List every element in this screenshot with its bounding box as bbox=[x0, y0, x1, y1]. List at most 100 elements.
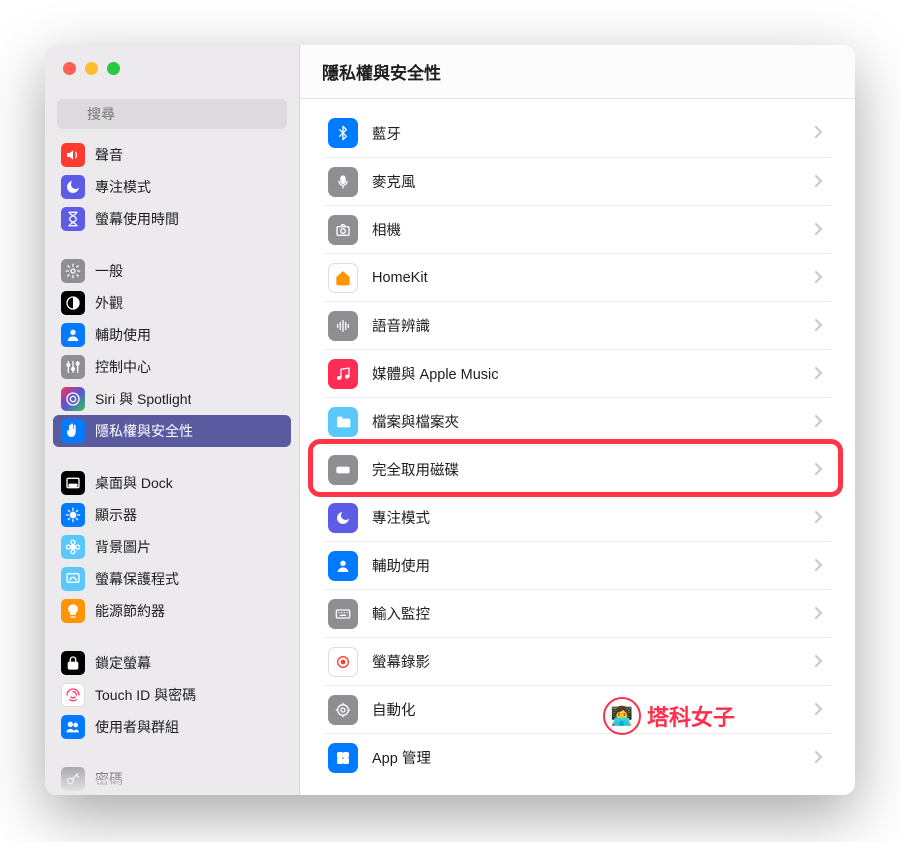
sun-icon bbox=[61, 503, 85, 527]
privacy-row-folder[interactable]: 檔案與檔案夾 bbox=[324, 397, 831, 445]
privacy-row-disk[interactable]: 完全取用磁碟 bbox=[324, 445, 831, 493]
key-icon bbox=[61, 767, 85, 791]
chevron-right-icon bbox=[815, 654, 823, 670]
mic-icon bbox=[328, 167, 358, 197]
privacy-row-moon[interactable]: 專注模式 bbox=[324, 493, 831, 541]
bluetooth-icon bbox=[328, 118, 358, 148]
sidebar-item-siri[interactable]: Siri 與 Spotlight bbox=[53, 383, 291, 415]
zoom-button[interactable] bbox=[107, 62, 120, 75]
chevron-right-icon bbox=[815, 174, 823, 190]
sidebar-item-key[interactable]: 密碼 bbox=[53, 763, 291, 795]
sidebar-item-label: 使用者與群組 bbox=[95, 717, 179, 737]
privacy-row-home[interactable]: HomeKit bbox=[324, 253, 831, 301]
siri-icon bbox=[61, 387, 85, 411]
privacy-row-camera[interactable]: 相機 bbox=[324, 205, 831, 253]
privacy-row-bluetooth[interactable]: 藍牙 bbox=[324, 109, 831, 157]
privacy-row-wave[interactable]: 語音辨識 bbox=[324, 301, 831, 349]
bulb-icon bbox=[61, 599, 85, 623]
close-button[interactable] bbox=[63, 62, 76, 75]
sidebar-item-hourglass[interactable]: 螢幕使用時間 bbox=[53, 203, 291, 235]
sidebar-item-dock[interactable]: 桌面與 Dock bbox=[53, 467, 291, 499]
sidebar-item-touchid[interactable]: Touch ID 與密碼 bbox=[53, 679, 291, 711]
wave-icon bbox=[328, 311, 358, 341]
sidebar-item-label: 輔助使用 bbox=[95, 325, 151, 345]
contrast-icon bbox=[61, 291, 85, 315]
keyboard-icon bbox=[328, 599, 358, 629]
sidebar-item-speaker[interactable]: 聲音 bbox=[53, 139, 291, 171]
privacy-row-person[interactable]: 輔助使用 bbox=[324, 541, 831, 589]
gear-icon bbox=[61, 259, 85, 283]
privacy-row-label: App 管理 bbox=[372, 747, 801, 768]
privacy-row-music[interactable]: 媒體與 Apple Music bbox=[324, 349, 831, 397]
privacy-row-keyboard[interactable]: 輸入監控 bbox=[324, 589, 831, 637]
dock-icon bbox=[61, 471, 85, 495]
disk-icon bbox=[328, 455, 358, 485]
sidebar-item-sliders[interactable]: 控制中心 bbox=[53, 351, 291, 383]
sidebar-item-label: 螢幕使用時間 bbox=[95, 209, 179, 229]
sidebar-item-hand[interactable]: 隱私權與安全性 bbox=[53, 415, 291, 447]
music-icon bbox=[328, 359, 358, 389]
privacy-row-record[interactable]: 螢幕錄影 bbox=[324, 637, 831, 685]
person-icon bbox=[328, 551, 358, 581]
privacy-row-label: 完全取用磁碟 bbox=[372, 459, 801, 480]
chevron-right-icon bbox=[815, 125, 823, 141]
privacy-row-gearalt[interactable]: 自動化 bbox=[324, 685, 831, 733]
privacy-row-label: 輸入監控 bbox=[372, 603, 801, 624]
sidebar-item-label: 外觀 bbox=[95, 293, 123, 313]
chevron-right-icon bbox=[815, 750, 823, 766]
sidebar-item-label: 鎖定螢幕 bbox=[95, 653, 151, 673]
person-icon bbox=[61, 323, 85, 347]
moon-icon bbox=[61, 175, 85, 199]
sidebar-item-contrast[interactable]: 外觀 bbox=[53, 287, 291, 319]
privacy-row-label: 輔助使用 bbox=[372, 555, 801, 576]
sidebar-item-users[interactable]: 使用者與群組 bbox=[53, 711, 291, 743]
search-input[interactable] bbox=[57, 99, 287, 129]
speaker-icon bbox=[61, 143, 85, 167]
sidebar-item-label: 控制中心 bbox=[95, 357, 151, 377]
chevron-right-icon bbox=[815, 558, 823, 574]
moon-icon bbox=[328, 503, 358, 533]
sidebar-item-flower[interactable]: 背景圖片 bbox=[53, 531, 291, 563]
sidebar-item-screensv[interactable]: 螢幕保護程式 bbox=[53, 563, 291, 595]
sidebar-item-label: 隱私權與安全性 bbox=[95, 421, 193, 441]
sidebar-item-label: 密碼 bbox=[95, 769, 123, 789]
sidebar-item-lock[interactable]: 鎖定螢幕 bbox=[53, 647, 291, 679]
search-wrap bbox=[45, 91, 299, 137]
hand-icon bbox=[61, 419, 85, 443]
sidebar-item-label: 能源節約器 bbox=[95, 601, 165, 621]
chevron-right-icon bbox=[815, 318, 823, 334]
privacy-row-label: 麥克風 bbox=[372, 171, 801, 192]
sidebar-item-bulb[interactable]: 能源節約器 bbox=[53, 595, 291, 627]
sidebar-item-label: 顯示器 bbox=[95, 505, 137, 525]
sliders-icon bbox=[61, 355, 85, 379]
sidebar-item-label: 一般 bbox=[95, 261, 123, 281]
chevron-right-icon bbox=[815, 510, 823, 526]
privacy-row-label: 專注模式 bbox=[372, 507, 801, 528]
apps-icon bbox=[328, 743, 358, 773]
privacy-row-mic[interactable]: 麥克風 bbox=[324, 157, 831, 205]
privacy-row-label: 藍牙 bbox=[372, 123, 801, 144]
camera-icon bbox=[328, 215, 358, 245]
sidebar-item-label: Siri 與 Spotlight bbox=[95, 389, 191, 409]
sidebar-item-sun[interactable]: 顯示器 bbox=[53, 499, 291, 531]
sidebar-item-person[interactable]: 輔助使用 bbox=[53, 319, 291, 351]
record-icon bbox=[328, 647, 358, 677]
sidebar-item-moon[interactable]: 專注模式 bbox=[53, 171, 291, 203]
privacy-row-label: 檔案與檔案夾 bbox=[372, 411, 801, 432]
content: 藍牙麥克風相機HomeKit語音辨識媒體與 Apple Music 檔案與檔案夾完… bbox=[300, 99, 855, 795]
sidebar-list: 聲音專注模式螢幕使用時間一般外觀輔助使用控制中心 Siri 與 Spotlight… bbox=[45, 137, 299, 795]
chevron-right-icon bbox=[815, 222, 823, 238]
settings-window: 聲音專注模式螢幕使用時間一般外觀輔助使用控制中心Siri 與 Spotlight… bbox=[45, 45, 855, 795]
sidebar-item-gear[interactable]: 一般 bbox=[53, 255, 291, 287]
chevron-right-icon bbox=[815, 702, 823, 718]
sidebar-item-label: 專注模式 bbox=[95, 177, 151, 197]
sidebar: 聲音專注模式螢幕使用時間一般外觀輔助使用控制中心 Siri 與 Spotlight… bbox=[45, 45, 300, 795]
minimize-button[interactable] bbox=[85, 62, 98, 75]
chevron-right-icon bbox=[815, 606, 823, 622]
screensv-icon bbox=[61, 567, 85, 591]
sidebar-item-label: 背景圖片 bbox=[95, 537, 151, 557]
chevron-right-icon bbox=[815, 366, 823, 382]
sidebar-item-label: 聲音 bbox=[95, 145, 123, 165]
home-icon bbox=[328, 263, 358, 293]
privacy-row-apps[interactable]: App 管理 bbox=[324, 733, 831, 781]
